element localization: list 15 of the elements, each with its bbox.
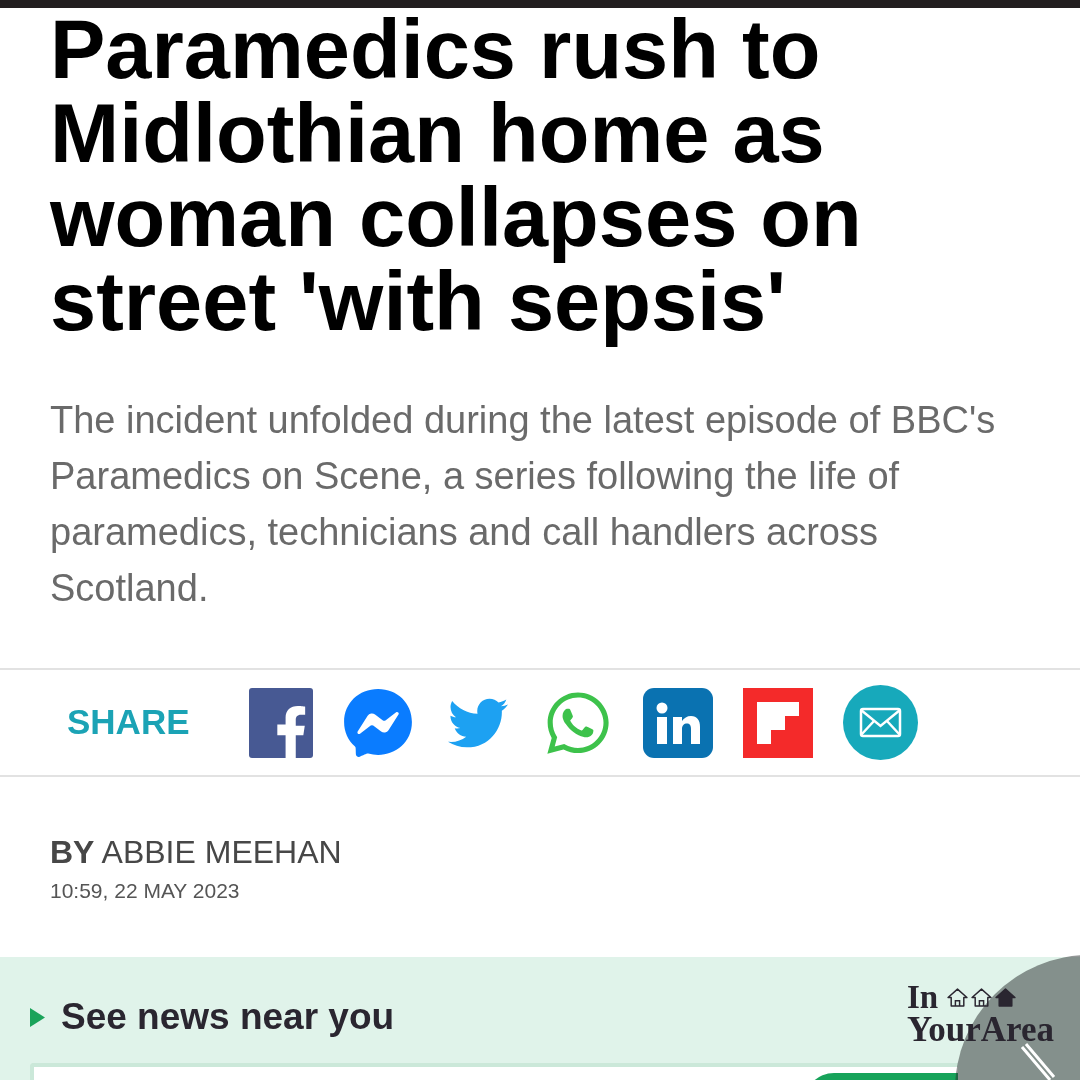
house-icon bbox=[947, 986, 969, 1008]
standfirst: The incident unfolded during the latest episode of BBC's Paramedics on Scene, a series following the life of paramedics, technicians and call handlers across Scotland. bbox=[50, 398, 997, 611]
house-icon bbox=[971, 986, 993, 1008]
email-icon[interactable] bbox=[843, 685, 918, 760]
flipboard-icon[interactable] bbox=[743, 687, 813, 758]
timestamp: 10:59, 22 MAY 2023 bbox=[50, 878, 240, 904]
logo-text: In bbox=[906, 981, 939, 1013]
house-icon bbox=[995, 986, 1017, 1008]
facebook-icon[interactable] bbox=[249, 687, 313, 758]
linkedin-icon[interactable] bbox=[643, 687, 713, 758]
share-label: SHARE bbox=[67, 701, 191, 744]
byline: BY ABBIE MEEHAN bbox=[50, 833, 342, 871]
panel-heading: See news near you bbox=[61, 995, 395, 1039]
messenger-icon[interactable] bbox=[343, 687, 413, 758]
triangle-icon bbox=[30, 1007, 45, 1027]
